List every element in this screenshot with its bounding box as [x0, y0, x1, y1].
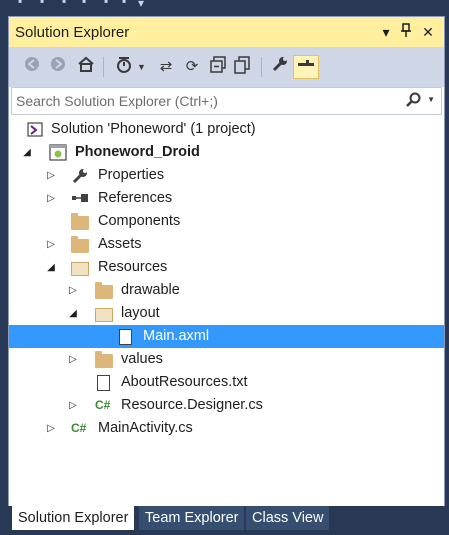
tree-item-mainactivity[interactable]: ▷ C# MainActivity.cs: [9, 417, 444, 440]
forward-icon[interactable]: [47, 56, 69, 78]
toolbar-fragment-icon: ▪: [122, 0, 127, 8]
panel-title-bar: Solution Explorer ▾ ✕: [9, 17, 444, 47]
toolbar-fragment-icon: ▪: [18, 0, 23, 8]
collapsed-arrow-icon[interactable]: ▷: [67, 399, 79, 412]
tree-item-label: Assets: [98, 236, 142, 252]
project-icon: [49, 144, 67, 161]
tree-item-label: Properties: [98, 167, 165, 183]
expanded-arrow-icon[interactable]: ◢: [45, 261, 57, 274]
show-all-files-icon[interactable]: [231, 56, 253, 78]
tree-item-label: Resources: [98, 259, 168, 275]
tree-item-resources[interactable]: ◢ Resources: [9, 256, 444, 279]
search-options-caret-icon[interactable]: ▼: [427, 95, 435, 104]
csharp-file-icon: C#: [71, 421, 87, 435]
tab-solution-explorer[interactable]: Solution Explorer: [12, 506, 135, 530]
home-icon[interactable]: [75, 56, 97, 78]
tab-team-explorer[interactable]: Team Explorer: [139, 506, 245, 530]
folder-icon: [71, 213, 89, 230]
folder-open-icon: [95, 308, 113, 322]
file-icon: [119, 329, 132, 345]
tree-item-project[interactable]: ◢ Phoneword_Droid: [9, 141, 444, 164]
collapsed-arrow-icon[interactable]: ▷: [45, 192, 57, 205]
pin-icon[interactable]: [397, 22, 415, 42]
sync-with-active-document-icon[interactable]: ⇄: [155, 56, 177, 78]
toolbar-fragment-icon: ▪: [40, 0, 45, 8]
tree-item-label: Solution 'Phoneword' (1 project): [51, 121, 256, 137]
wrench-icon: [71, 167, 89, 184]
back-icon[interactable]: [21, 56, 43, 78]
collapsed-arrow-icon[interactable]: ▷: [67, 353, 79, 366]
search-box[interactable]: ▼: [11, 87, 442, 115]
tree-item-solution[interactable]: Solution 'Phoneword' (1 project): [9, 118, 444, 141]
tree-item-label: Phoneword_Droid: [75, 144, 200, 160]
tree-item-assets[interactable]: ▷ Assets: [9, 233, 444, 256]
collapsed-arrow-icon[interactable]: ▷: [45, 422, 57, 435]
tree-item-resource-designer[interactable]: ▷ C# Resource.Designer.cs: [9, 394, 444, 417]
tree-item-label: layout: [121, 305, 160, 321]
bottom-tab-strip: Solution Explorer Team Explorer Class Vi…: [8, 506, 445, 534]
tree-item-label: References: [98, 190, 173, 206]
pin-glyph: [401, 23, 411, 37]
collapsed-arrow-icon[interactable]: ▷: [45, 169, 57, 182]
tree-item-label: values: [121, 351, 163, 367]
pending-changes-filter-icon[interactable]: [113, 56, 135, 78]
window-position-dropdown-icon[interactable]: ▾: [377, 22, 395, 42]
toolbar-fragment-icon: ▪: [62, 0, 67, 8]
dropdown-caret-icon[interactable]: ▾: [138, 0, 144, 10]
toolbar-fragment-icon: ▪: [82, 0, 87, 8]
tree-item-label: MainActivity.cs: [98, 420, 193, 436]
refresh-icon[interactable]: ⟳: [181, 56, 203, 78]
tree-item-label: drawable: [121, 282, 180, 298]
file-icon: [97, 375, 110, 391]
tree-item-properties[interactable]: ▷ Properties: [9, 164, 444, 187]
folder-icon: [71, 236, 89, 253]
tree-item-values[interactable]: ▷ values: [9, 348, 444, 371]
search-icon[interactable]: [405, 92, 421, 112]
expanded-arrow-icon[interactable]: ◢: [67, 307, 79, 320]
collapsed-arrow-icon[interactable]: ▷: [45, 238, 57, 251]
panel-title: Solution Explorer: [15, 24, 130, 41]
folder-icon: [95, 282, 113, 299]
filter-dropdown-caret-icon[interactable]: ▼: [137, 56, 146, 78]
ide-top-strip: ▪ ▪ ▪ ▪ ▪ ▪ ▾: [0, 0, 449, 16]
tree-item-components[interactable]: Components: [9, 210, 444, 233]
toolbar-separator: [261, 57, 262, 77]
solution-explorer-panel: Solution Explorer ▾ ✕ ▼ ⇄ ⟳ Search Solut…: [8, 16, 445, 534]
tree-item-drawable[interactable]: ▷ drawable: [9, 279, 444, 302]
csharp-file-icon: C#: [95, 398, 111, 412]
expanded-arrow-icon[interactable]: ◢: [21, 146, 33, 159]
panel-toolbar: ▼ ⇄ ⟳: [9, 47, 444, 87]
tree-item-references[interactable]: ▷ References: [9, 187, 444, 210]
tree-item-label: AboutResources.txt: [121, 374, 248, 390]
toolbar-fragment-icon: ▪: [104, 0, 109, 8]
tab-class-view[interactable]: Class View: [246, 506, 330, 530]
tree-item-aboutresources[interactable]: AboutResources.txt: [9, 371, 444, 394]
collapse-all-icon[interactable]: [207, 56, 229, 78]
tree-item-main-axml[interactable]: Main.axml: [9, 325, 444, 348]
folder-open-icon: [71, 262, 89, 276]
toolbar-separator: [103, 57, 104, 77]
properties-icon[interactable]: [269, 56, 291, 78]
tree-item-label: Components: [98, 213, 181, 229]
tree-item-label: Resource.Designer.cs: [121, 397, 263, 413]
search-input[interactable]: [16, 91, 396, 111]
folder-icon: [95, 351, 113, 368]
tree-item-label: Main.axml: [143, 328, 210, 344]
solution-icon: [27, 121, 45, 138]
collapsed-arrow-icon[interactable]: ▷: [67, 284, 79, 297]
close-icon[interactable]: ✕: [419, 22, 437, 42]
references-icon: [71, 190, 89, 207]
preview-selected-items-icon[interactable]: [293, 55, 319, 79]
tree-item-layout[interactable]: ◢ layout: [9, 302, 444, 325]
